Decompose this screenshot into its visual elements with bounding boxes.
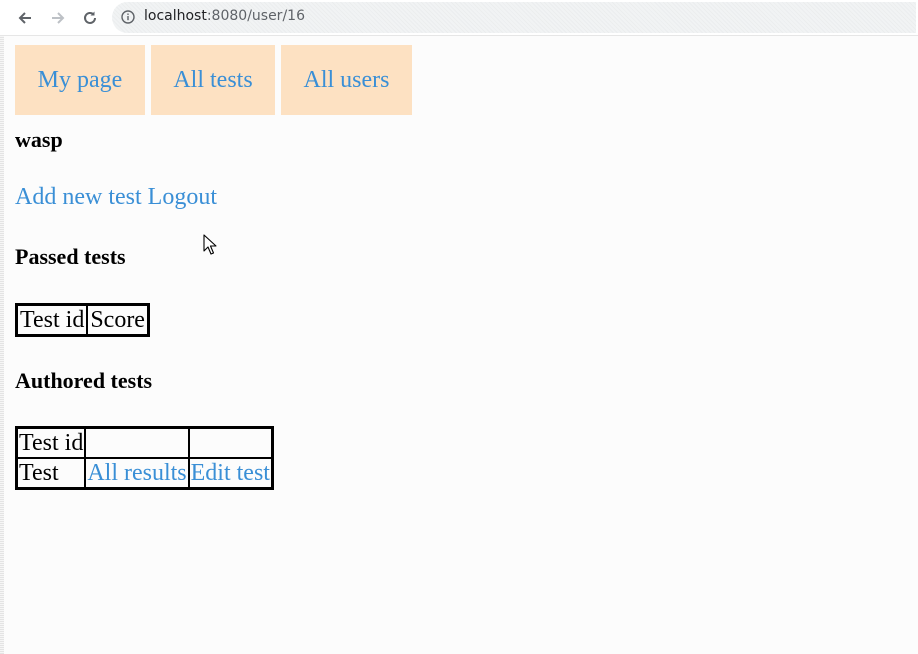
all-results-cell: All results [85,458,189,488]
browser-toolbar: localhost:8080/user/16 [0,0,918,36]
table-header-row: Test id Score [17,305,148,335]
all-results-link[interactable]: All results [87,460,186,486]
info-icon[interactable] [121,10,135,24]
back-button[interactable] [13,6,37,30]
column-header-empty [188,428,272,458]
reload-icon [84,11,96,24]
user-actions: Add new test Logout [15,184,217,211]
menu-all-tests-link[interactable]: All tests [151,45,275,115]
url-host: localhost [144,8,207,24]
column-header-empty [85,428,189,458]
menu-all-users-link[interactable]: All users [281,45,412,115]
table-header-row: Test id [17,428,272,458]
page-content: My page All tests All users wasp Add new… [0,36,918,654]
edit-test-cell: Edit test [188,458,272,488]
add-new-test-link[interactable]: Add new test [15,184,142,210]
logout-link[interactable]: Logout [148,184,217,210]
column-header-score: Score [87,305,148,335]
passed-tests-table: Test id Score [15,303,150,337]
forward-button[interactable] [46,6,70,30]
top-menu: My page All tests All users [15,45,412,115]
menu-my-page-link[interactable]: My page [15,45,145,115]
authored-tests-heading: Authored tests [15,368,153,393]
address-bar-url[interactable]: localhost:8080/user/16 [144,8,305,24]
reload-button[interactable] [78,6,102,30]
column-header-test-id: Test id [17,305,88,335]
edit-test-link[interactable]: Edit test [191,460,270,486]
test-name-cell: Test [17,458,86,488]
url-path: :8080/user/16 [206,8,305,24]
forward-arrow-icon [52,12,65,24]
table-row: Test All results Edit test [17,458,272,488]
authored-tests-table: Test id Test All results Edit test [15,426,274,490]
passed-tests-heading: Passed tests [15,244,126,269]
username-heading: wasp [15,127,63,152]
back-arrow-icon [18,12,31,24]
mouse-pointer-icon [203,234,217,255]
column-header-test-id: Test id [17,428,86,458]
